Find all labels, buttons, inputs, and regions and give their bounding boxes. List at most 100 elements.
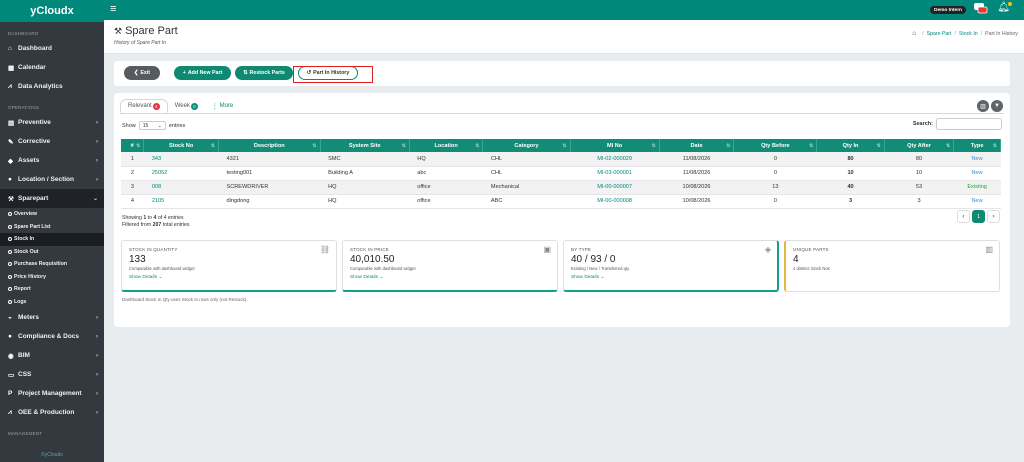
home-icon[interactable]: ⌂: [912, 30, 916, 37]
col-stock-no[interactable]: Stock No ⇅: [143, 139, 219, 152]
page-length-select[interactable]: 15 ⌄: [138, 121, 166, 130]
main-card: Relevant 4 Week 0 ⋮ More ▥ ▼ Show 15 ⌄ entr…: [114, 93, 1010, 327]
tab-week[interactable]: Week 0: [168, 99, 205, 113]
home-icon: ⌂: [8, 45, 12, 52]
circle-icon: [8, 274, 12, 279]
sidebar-item-data-analytics[interactable]: ⩘ Data Analytics: [0, 77, 104, 96]
mi-no-link[interactable]: MI-00-000008: [570, 194, 660, 209]
col-index[interactable]: # ⇅: [121, 139, 145, 152]
sidebar-item-sparepart[interactable]: ⚒ Sparepart ⌄: [0, 189, 104, 208]
column-toggle-icon[interactable]: ▥: [977, 100, 989, 112]
breadcrumb-spare-part[interactable]: Spare Part: [927, 31, 952, 37]
tags-icon: ◈: [764, 245, 771, 254]
sparepart-icon: ⚒: [114, 25, 123, 36]
environment-badge[interactable]: Demo Intern: [930, 6, 966, 14]
chevron-right-icon: ›: [96, 390, 98, 397]
restock-icon: ⇅: [243, 70, 248, 76]
sidebar-section-dashboard: DASHBOARD: [8, 31, 39, 36]
restock-parts-button[interactable]: ⇅ Restock Parts: [235, 66, 293, 80]
chevron-right-icon: ›: [96, 371, 98, 378]
page-length-control: Show 15 ⌄ entries: [122, 121, 186, 130]
mi-no-link[interactable]: MI-00-000007: [570, 180, 660, 195]
sidebar-item-meters[interactable]: ◒ Meters ›: [0, 308, 104, 327]
col-location[interactable]: Location ⇅: [409, 139, 484, 152]
circle-icon: [8, 262, 12, 267]
money-icon: ▣: [543, 245, 551, 254]
table-header-row: # ⇅ Stock No ⇅ Description ⇅ System Site ⇅ L…: [121, 139, 1001, 152]
search-input[interactable]: [936, 118, 1002, 130]
notification-bell-icon[interactable]: 🔔︎: [997, 2, 1012, 13]
filter-tabs: Relevant 4 Week 0 ⋮ More: [120, 99, 240, 113]
table-row[interactable]: 2 25052 testing001 Building A abc CHL MI…: [121, 166, 1001, 181]
col-type[interactable]: Type ⇅: [953, 139, 1001, 152]
show-details-link[interactable]: Show Details ⌄: [571, 275, 770, 280]
sidebar-item-compliance[interactable]: ● Compliance & Docs ›: [0, 327, 104, 346]
sidebar-sub-logs[interactable]: Logs: [0, 296, 104, 309]
brand-logo[interactable]: yCloudx: [0, 0, 104, 22]
sidebar-sub-overview[interactable]: Overview: [0, 208, 104, 221]
selection-highlight: [293, 66, 373, 83]
count-badge: 0: [190, 102, 198, 110]
sidebar-item-assets[interactable]: ◆ Assets ›: [0, 151, 104, 170]
sidebar-sub-stock-out[interactable]: Stock Out: [0, 246, 104, 259]
type-badge: New: [953, 166, 1001, 181]
sidebar-item-corrective[interactable]: ✎ Corrective ›: [0, 132, 104, 151]
page-header: ⚒ Spare Part History of Spare Part In ⌂ /…: [104, 20, 1024, 54]
unique-parts-card: UNIQUE PARTS 4 4 distinct Stock Nos ▥: [784, 240, 1000, 292]
breadcrumb-stock-in[interactable]: Stock In: [959, 31, 978, 37]
circle-icon: [8, 299, 12, 304]
sidebar-sub-stock-in[interactable]: Stock In: [0, 233, 104, 246]
doc-icon: ●: [8, 333, 12, 340]
col-date[interactable]: Date ⇅: [659, 139, 735, 152]
sidebar-sub-purchase-requisition[interactable]: Purchase Requisition: [0, 258, 104, 271]
stock-no-link[interactable]: 008: [143, 180, 219, 195]
col-system-site[interactable]: System Site ⇅: [320, 139, 410, 152]
stock-no-link[interactable]: 25052: [143, 166, 219, 181]
col-category[interactable]: Category ⇅: [482, 139, 571, 152]
table-row[interactable]: 1 343 4321 SMC HQ CHL MI-02-000029 11/08…: [121, 152, 1001, 167]
sidebar-item-location-section[interactable]: ● Location / Section ›: [0, 170, 104, 189]
add-new-part-button[interactable]: + Add New Part: [174, 66, 231, 80]
sidebar-sub-spare-part-list[interactable]: Spare Part List: [0, 221, 104, 234]
table-row[interactable]: 3 008 SCREWDRIVER HQ office Mechanical M…: [121, 180, 1001, 195]
exit-button[interactable]: ❮ Exit: [124, 66, 160, 80]
show-details-link[interactable]: Show Details ⌄: [350, 275, 550, 280]
sidebar-item-project-management[interactable]: P Project Management ›: [0, 384, 104, 403]
sidebar-item-oee-production[interactable]: ⩘ OEE & Production ›: [0, 403, 104, 422]
next-page-button[interactable]: ›: [987, 210, 1000, 223]
prev-page-button[interactable]: ‹: [957, 210, 970, 223]
sidebar-item-preventive[interactable]: ▤ Preventive ›: [0, 113, 104, 132]
plus-icon: +: [182, 70, 186, 76]
chevron-left-icon: ❮: [133, 70, 139, 76]
stock-no-link[interactable]: 2105: [143, 194, 219, 209]
menu-toggle-icon[interactable]: ≡: [110, 3, 116, 15]
page-button[interactable]: 1: [972, 210, 985, 223]
col-description[interactable]: Description ⇅: [218, 139, 321, 152]
filter-icon[interactable]: ▼: [991, 100, 1003, 112]
chat-icon[interactable]: [974, 3, 988, 15]
col-qty-before[interactable]: Qty Before ⇅: [733, 139, 818, 152]
circle-icon: [8, 287, 12, 292]
tab-more[interactable]: ⋮ More: [205, 99, 240, 113]
tab-relevant[interactable]: Relevant 4: [120, 99, 168, 113]
table-row[interactable]: 4 2105 dingdong HQ office ABC MI-00-0000…: [121, 194, 1001, 209]
pagination: ‹ 1 ›: [957, 210, 1000, 223]
stock-no-link[interactable]: 343: [143, 152, 219, 167]
project-icon: P: [8, 390, 13, 397]
mi-no-link[interactable]: MI-02-000029: [570, 152, 660, 167]
mi-no-link[interactable]: MI-03-000001: [570, 166, 660, 181]
more-vertical-icon: ⋮: [211, 103, 220, 110]
col-mi-no[interactable]: MI No ⇅: [570, 139, 660, 152]
sidebar-item-css[interactable]: ▭ CSS ›: [0, 365, 104, 384]
chevron-right-icon: ›: [96, 352, 98, 359]
boxes-icon: ⛓: [319, 245, 330, 254]
sidebar-sub-price-history[interactable]: Price History: [0, 271, 104, 284]
col-qty-after[interactable]: Qty After ⇅: [884, 139, 955, 152]
show-details-link[interactable]: Show Details ⌄: [129, 275, 329, 280]
chevron-down-icon: ⌄: [157, 122, 162, 129]
col-qty-in[interactable]: Qty In ⇅: [816, 139, 885, 152]
sidebar-item-calendar[interactable]: ▦ Calendar: [0, 58, 104, 77]
sidebar-item-dashboard[interactable]: ⌂ Dashboard: [0, 39, 104, 58]
sidebar-item-bim[interactable]: ◉ BIM ›: [0, 346, 104, 365]
sidebar-sub-report[interactable]: Report: [0, 283, 104, 296]
